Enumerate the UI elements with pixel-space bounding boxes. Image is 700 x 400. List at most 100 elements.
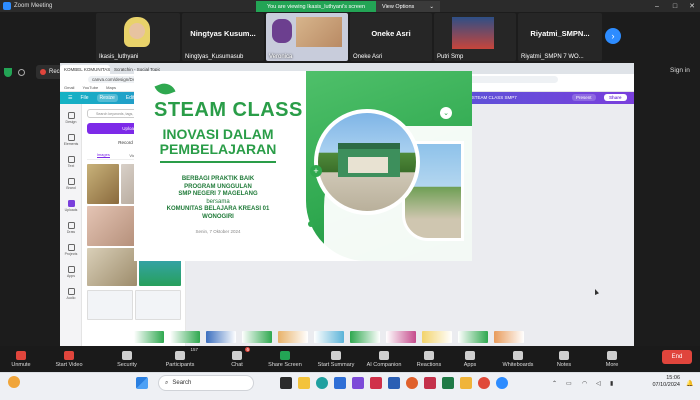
file-explorer-icon[interactable]: [298, 377, 310, 389]
present-button[interactable]: Present: [572, 94, 596, 101]
whiteboards-button[interactable]: Whiteboards: [498, 347, 538, 371]
page-thumbnail[interactable]: [458, 331, 488, 343]
elements-icon: [67, 134, 75, 141]
wifi-icon[interactable]: ◠: [582, 380, 587, 387]
end-meeting-button[interactable]: End: [662, 350, 692, 364]
bookmark-item[interactable]: YouTube: [82, 85, 98, 90]
participant-tile[interactable]: Ikasis_luthyani: [96, 13, 180, 61]
firefox-icon[interactable]: [406, 377, 418, 389]
zoom-app-icon[interactable]: [496, 377, 508, 389]
building-shape: [348, 157, 388, 173]
notification-bell-icon[interactable]: 🔔: [686, 380, 693, 387]
page-thumbnail[interactable]: [170, 331, 200, 343]
word-icon[interactable]: [388, 377, 400, 389]
task-view-icon[interactable]: [280, 377, 292, 389]
volume-icon[interactable]: ◁: [596, 380, 601, 387]
powerpoint-icon[interactable]: [424, 377, 436, 389]
participant-tile[interactable]: Veronica: [266, 13, 348, 61]
rail-item-design[interactable]: Design: [60, 108, 82, 128]
start-summary-button[interactable]: Start Summary: [314, 347, 358, 371]
minimize-button[interactable]: –: [650, 0, 664, 12]
edge-browser-icon[interactable]: [316, 377, 328, 389]
toolbar-label: Participants: [165, 361, 195, 368]
start-video-button[interactable]: Start Video: [50, 347, 88, 371]
share-screen-button[interactable]: Share Screen: [266, 347, 304, 371]
battery-icon[interactable]: ▮: [610, 380, 613, 387]
gear-icon[interactable]: [18, 69, 25, 76]
tab-images[interactable]: Images: [96, 152, 110, 158]
store-icon[interactable]: [334, 377, 346, 389]
share-button[interactable]: Share: [604, 94, 627, 101]
chrome-icon[interactable]: [478, 377, 490, 389]
excel-icon[interactable]: [442, 377, 454, 389]
taskbar-clock[interactable]: 15:06 07/10/2024: [642, 375, 680, 389]
bookmark-item[interactable]: Maps: [106, 85, 116, 90]
page-thumbnail[interactable]: [242, 331, 272, 343]
slide-title: STEAM CLASS: [154, 99, 303, 121]
participant-tile[interactable]: Putri Smp: [434, 13, 516, 61]
ai-companion-icon: [379, 350, 389, 360]
next-participants-button[interactable]: ›: [605, 28, 621, 44]
rail-item-audio[interactable]: Audio: [60, 284, 82, 304]
sign-in-link[interactable]: Sign in: [670, 67, 690, 74]
rail-label: Brand: [66, 186, 76, 190]
page-thumbnail[interactable]: [134, 331, 164, 343]
chat-button[interactable]: Chat 6: [222, 347, 252, 371]
notes-button[interactable]: Notes: [552, 347, 576, 371]
page-thumbnail[interactable]: [206, 331, 236, 343]
teams-icon[interactable]: [352, 377, 364, 389]
record-dot-icon: [40, 69, 46, 75]
resize-button[interactable]: Resize: [96, 94, 118, 102]
language-icon[interactable]: ▭: [566, 380, 572, 387]
mcafee-icon[interactable]: [370, 377, 382, 389]
page-thumbnail[interactable]: [386, 331, 416, 343]
uploaded-image[interactable]: [135, 290, 181, 320]
reactions-button[interactable]: Reactions: [414, 347, 444, 371]
encryption-shield-icon[interactable]: [4, 68, 12, 77]
page-thumbnail[interactable]: [314, 331, 344, 343]
presentation-slide[interactable]: STEAM CLASS INOVASI DALAM PEMBELAJARAN B…: [134, 71, 472, 261]
hamburger-menu-icon[interactable]: ☰: [68, 95, 72, 101]
participants-button[interactable]: Participants 157: [160, 347, 200, 371]
close-button[interactable]: ✕: [685, 0, 699, 12]
participant-tile[interactable]: Ningtyas Kusum... Ningtyas_Kusumasub: [182, 13, 264, 61]
security-button[interactable]: Security: [110, 347, 144, 371]
rail-item-apps[interactable]: Apps: [60, 262, 82, 282]
view-options-button[interactable]: View Options ⌄: [376, 1, 440, 12]
widgets-icon[interactable]: [8, 376, 20, 388]
rail-item-brand[interactable]: Brand: [60, 174, 82, 194]
page-thumbnail[interactable]: [422, 331, 452, 343]
participant-tile[interactable]: Riyatmi_SMPN... Riyatmi_SMPN 7 WO...: [518, 13, 602, 61]
page-thumbnail[interactable]: [350, 331, 380, 343]
mic-muted-icon: [16, 350, 26, 360]
chevron-down-icon: ⌄: [429, 3, 434, 10]
more-button[interactable]: More: [600, 347, 624, 371]
windows-start-icon[interactable]: [136, 377, 148, 389]
browser-tab[interactable]: KOMBEL KOMUNITAS WDS...: [60, 65, 110, 74]
page-thumbnail[interactable]: [278, 331, 308, 343]
file-menu[interactable]: File: [80, 95, 88, 101]
bookmark-item[interactable]: Gmail: [64, 85, 74, 90]
taskbar-search-input[interactable]: ⌕ Search: [158, 375, 254, 391]
uploaded-image[interactable]: [87, 248, 137, 286]
ai-companion-button[interactable]: AI Companion: [364, 347, 404, 371]
rail-item-uploads[interactable]: Uploads: [60, 196, 82, 216]
rail-item-projects[interactable]: Projects: [60, 240, 82, 260]
video-frame: [452, 17, 494, 49]
participant-tile[interactable]: Oneke Asri Oneke Asri: [350, 13, 432, 61]
rail-item-elements[interactable]: Elements: [60, 130, 82, 150]
participant-display-name: Oneke Asri: [371, 29, 411, 38]
rail-label: Elements: [63, 142, 79, 146]
rail-label: Audio: [66, 296, 76, 300]
slide-body: BERBAGI PRAKTIK BAIK PROGRAM UNGGULAN SM…: [154, 176, 282, 221]
uploaded-image[interactable]: [87, 290, 133, 320]
rail-item-text[interactable]: Text: [60, 152, 82, 172]
unmute-button[interactable]: Unmute: [6, 347, 36, 371]
maximize-button[interactable]: □: [668, 0, 682, 12]
uploaded-image[interactable]: [87, 164, 119, 204]
apps-button[interactable]: Apps: [458, 347, 482, 371]
rail-item-draw[interactable]: Draw: [60, 218, 82, 238]
chevron-up-icon[interactable]: ⌃: [552, 380, 557, 387]
folder-icon[interactable]: [460, 377, 472, 389]
page-thumbnail[interactable]: [494, 331, 524, 343]
